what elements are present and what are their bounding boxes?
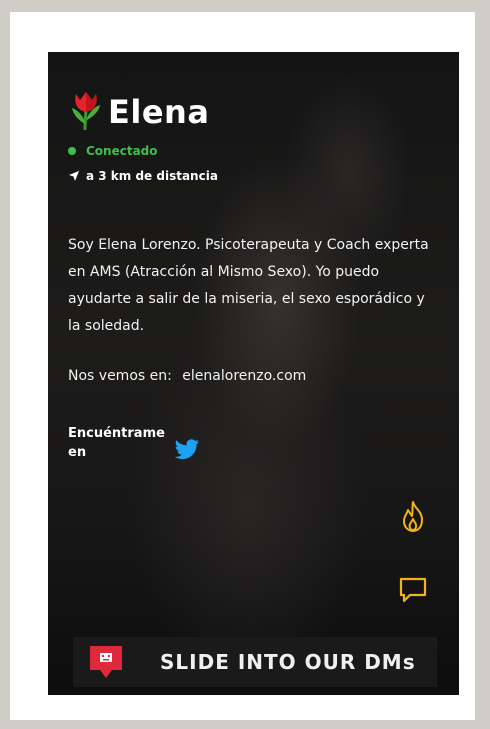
- dm-banner-button[interactable]: SLIDE INTO OUR DMs: [73, 637, 437, 687]
- banner-text: SLIDE INTO OUR DMs: [160, 650, 416, 674]
- profile-header: Elena: [68, 90, 209, 134]
- distance-text: a 3 km de distancia: [86, 169, 218, 183]
- profile-bio: Soy Elena Lorenzo. Psicoterapeuta y Coac…: [68, 237, 429, 334]
- flame-icon[interactable]: [398, 500, 428, 534]
- profile-card: Elena Conectado a 3 km de distancia Soy …: [48, 52, 459, 695]
- status-text: Conectado: [86, 144, 158, 158]
- find-me-label: Encuéntrame en: [68, 426, 165, 460]
- social-row: Encuéntrame en: [68, 424, 200, 462]
- profile-name: Elena: [108, 93, 210, 131]
- tulip-icon: [72, 92, 100, 131]
- website-line: Nos vemos en: elenalorenzo.com: [68, 368, 306, 384]
- location-arrow-icon: [69, 171, 79, 181]
- website-link[interactable]: elenalorenzo.com: [182, 368, 306, 384]
- dm-bubble-icon: [90, 646, 122, 678]
- website-label: Nos vemos en:: [68, 368, 172, 384]
- online-dot-icon: [68, 147, 76, 155]
- distance-info: a 3 km de distancia: [68, 169, 218, 183]
- twitter-icon[interactable]: [174, 439, 200, 461]
- chat-icon[interactable]: [398, 575, 428, 605]
- online-status: Conectado: [68, 144, 158, 158]
